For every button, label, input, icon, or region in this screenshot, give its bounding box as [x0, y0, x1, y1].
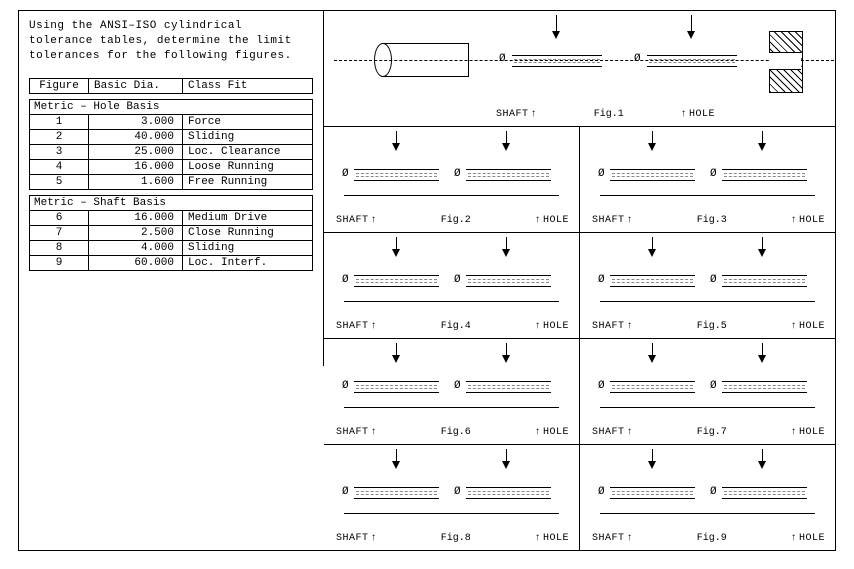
left-column: Using the ANSI–ISO cylindrical tolerance…	[19, 11, 324, 366]
fig9-cell: Ø Ø SHAFT Fig.9 HOLE	[579, 444, 835, 550]
spec-table: Figure Basic Dia. Class Fit Metric – Hol…	[29, 78, 313, 271]
drawing-frame: Using the ANSI–ISO cylindrical tolerance…	[18, 10, 836, 551]
figures-area: Ø Ø SHAFT Fi	[324, 11, 835, 550]
fig8-cell: Ø Ø SHAFT Fig.8 HOLE	[324, 444, 579, 550]
instructions-text: Using the ANSI–ISO cylindrical tolerance…	[29, 19, 313, 64]
fig-caption: Fig.2	[441, 215, 471, 226]
table-header-row: Figure Basic Dia. Class Fit	[30, 78, 313, 93]
hole-label: HOLE	[532, 215, 569, 226]
col-basic-dia: Basic Dia.	[89, 78, 183, 93]
fig6-cell: Ø Ø SHAFT Fig.6 HOLE	[324, 338, 579, 444]
hole-label: HOLE	[678, 109, 715, 120]
diameter-icon: Ø	[634, 54, 641, 64]
fig-caption: Fig.1	[594, 109, 624, 120]
fig1: Ø Ø SHAFT Fi	[324, 7, 835, 122]
shaft-label: SHAFT	[336, 215, 379, 226]
section-shaft-basis: Metric – Shaft Basis	[30, 195, 313, 210]
col-figure: Figure	[30, 78, 89, 93]
diameter-icon: Ø	[499, 54, 506, 64]
fig3: Ø Ø SHAFT Fig.3 HOLE	[580, 123, 835, 228]
fig1-cell: Ø Ø SHAFT Fi	[324, 11, 835, 126]
fig2-cell: Ø Ø SHAFT Fig.2 HOLE	[324, 126, 579, 232]
fig2: Ø Ø SHAFT Fig.2 HOLE	[324, 123, 579, 228]
fig3-cell: Ø Ø SHAFT Fig.3 HOLE	[579, 126, 835, 232]
fig5-cell: Ø Ø SHAFT Fig.5 HOLE	[579, 232, 835, 338]
fig4-cell: Ø Ø SHAFT Fig.4 HOLE	[324, 232, 579, 338]
shaft-label: SHAFT	[496, 109, 539, 120]
section-hole-basis: Metric – Hole Basis	[30, 99, 313, 114]
fig7-cell: Ø Ø SHAFT Fig.7 HOLE	[579, 338, 835, 444]
col-class-fit: Class Fit	[183, 78, 313, 93]
